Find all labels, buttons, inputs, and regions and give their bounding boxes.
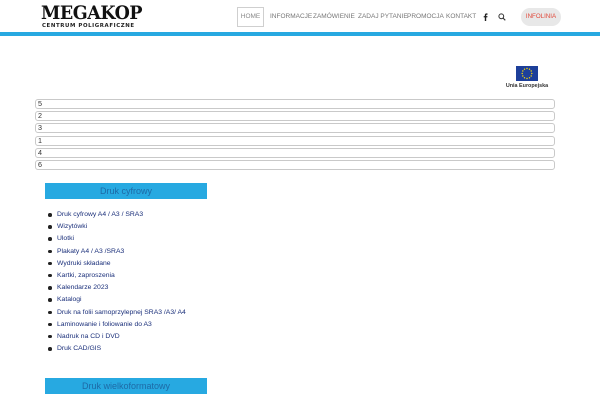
search-icon[interactable] — [495, 7, 509, 27]
list-item[interactable]: Druk cyfrowy A4 / A3 / SRA3 — [48, 209, 186, 221]
category-list-druk-cyfrowy: Druk cyfrowy A4 / A3 / SRA3 Wizytówki Ul… — [48, 209, 186, 355]
number-row[interactable]: 3 — [35, 123, 555, 134]
list-item[interactable]: Druk na folii samoprzylepnej SRA3 /A3/ A… — [48, 307, 186, 319]
list-item[interactable]: Laminowanie i foliowanie do A3 — [48, 319, 186, 331]
eu-badge[interactable]: Unia Europejska — [505, 66, 549, 92]
category-header-druk-cyfrowy[interactable]: Druk cyfrowy — [45, 183, 207, 199]
list-item[interactable]: Wizytówki — [48, 221, 186, 233]
number-row-label: 4 — [38, 147, 42, 157]
number-rows: 5 2 3 1 4 6 — [35, 99, 555, 172]
number-row-label: 5 — [38, 99, 42, 108]
number-row[interactable]: 5 — [35, 99, 555, 109]
list-item[interactable]: Katalogi — [48, 294, 186, 306]
number-row[interactable]: 6 — [35, 159, 555, 170]
facebook-icon[interactable] — [478, 7, 492, 27]
nav-home[interactable]: HOME — [237, 7, 264, 27]
nav-kontakt[interactable]: KONTAKT — [446, 7, 476, 27]
site-header: MEGAKOP CENTRUM POLIGRAFICZNE HOME INFOR… — [0, 0, 600, 34]
list-item[interactable]: Ulotki — [48, 233, 186, 245]
infolinia-button[interactable]: INFOLINIA — [521, 8, 561, 26]
header-accent-bar — [0, 32, 600, 36]
number-row[interactable]: 4 — [35, 147, 555, 158]
number-row[interactable]: 2 — [35, 111, 555, 122]
category-header-druk-wielkoformatowy[interactable]: Druk wielkoformatowy — [45, 378, 207, 394]
main-nav: HOME INFORMACJE ZAMÓWIENIE ZADAJ PYTANIE… — [0, 7, 600, 27]
number-row-label: 2 — [38, 111, 42, 121]
search-icon-glyph — [498, 13, 506, 21]
list-item[interactable]: Kartki, zaproszenia — [48, 270, 186, 282]
list-item[interactable]: Plakaty A4 / A3 /SRA3 — [48, 246, 186, 258]
list-item[interactable]: Druk CAD/GIS — [48, 343, 186, 355]
nav-zadaj-pytanie[interactable]: ZADAJ PYTANIE — [358, 7, 408, 27]
nav-zamowienie[interactable]: ZAMÓWIENIE — [313, 7, 355, 27]
eu-flag-icon — [516, 66, 538, 81]
list-item[interactable]: Wydruki składane — [48, 258, 186, 270]
number-row-label: 3 — [38, 123, 42, 133]
nav-promocja[interactable]: PROMOCJA — [407, 7, 444, 27]
facebook-icon-glyph — [483, 13, 487, 21]
eu-stars-icon — [521, 67, 533, 80]
number-row[interactable]: 1 — [35, 135, 555, 146]
eu-label: Unia Europejska — [505, 83, 549, 89]
number-row-label: 6 — [38, 159, 42, 169]
nav-informacje[interactable]: INFORMACJE — [270, 7, 312, 27]
list-item[interactable]: Nadruk na CD i DVD — [48, 331, 186, 343]
list-item[interactable]: Kalendarze 2023 — [48, 282, 186, 294]
number-row-label: 1 — [38, 135, 42, 145]
